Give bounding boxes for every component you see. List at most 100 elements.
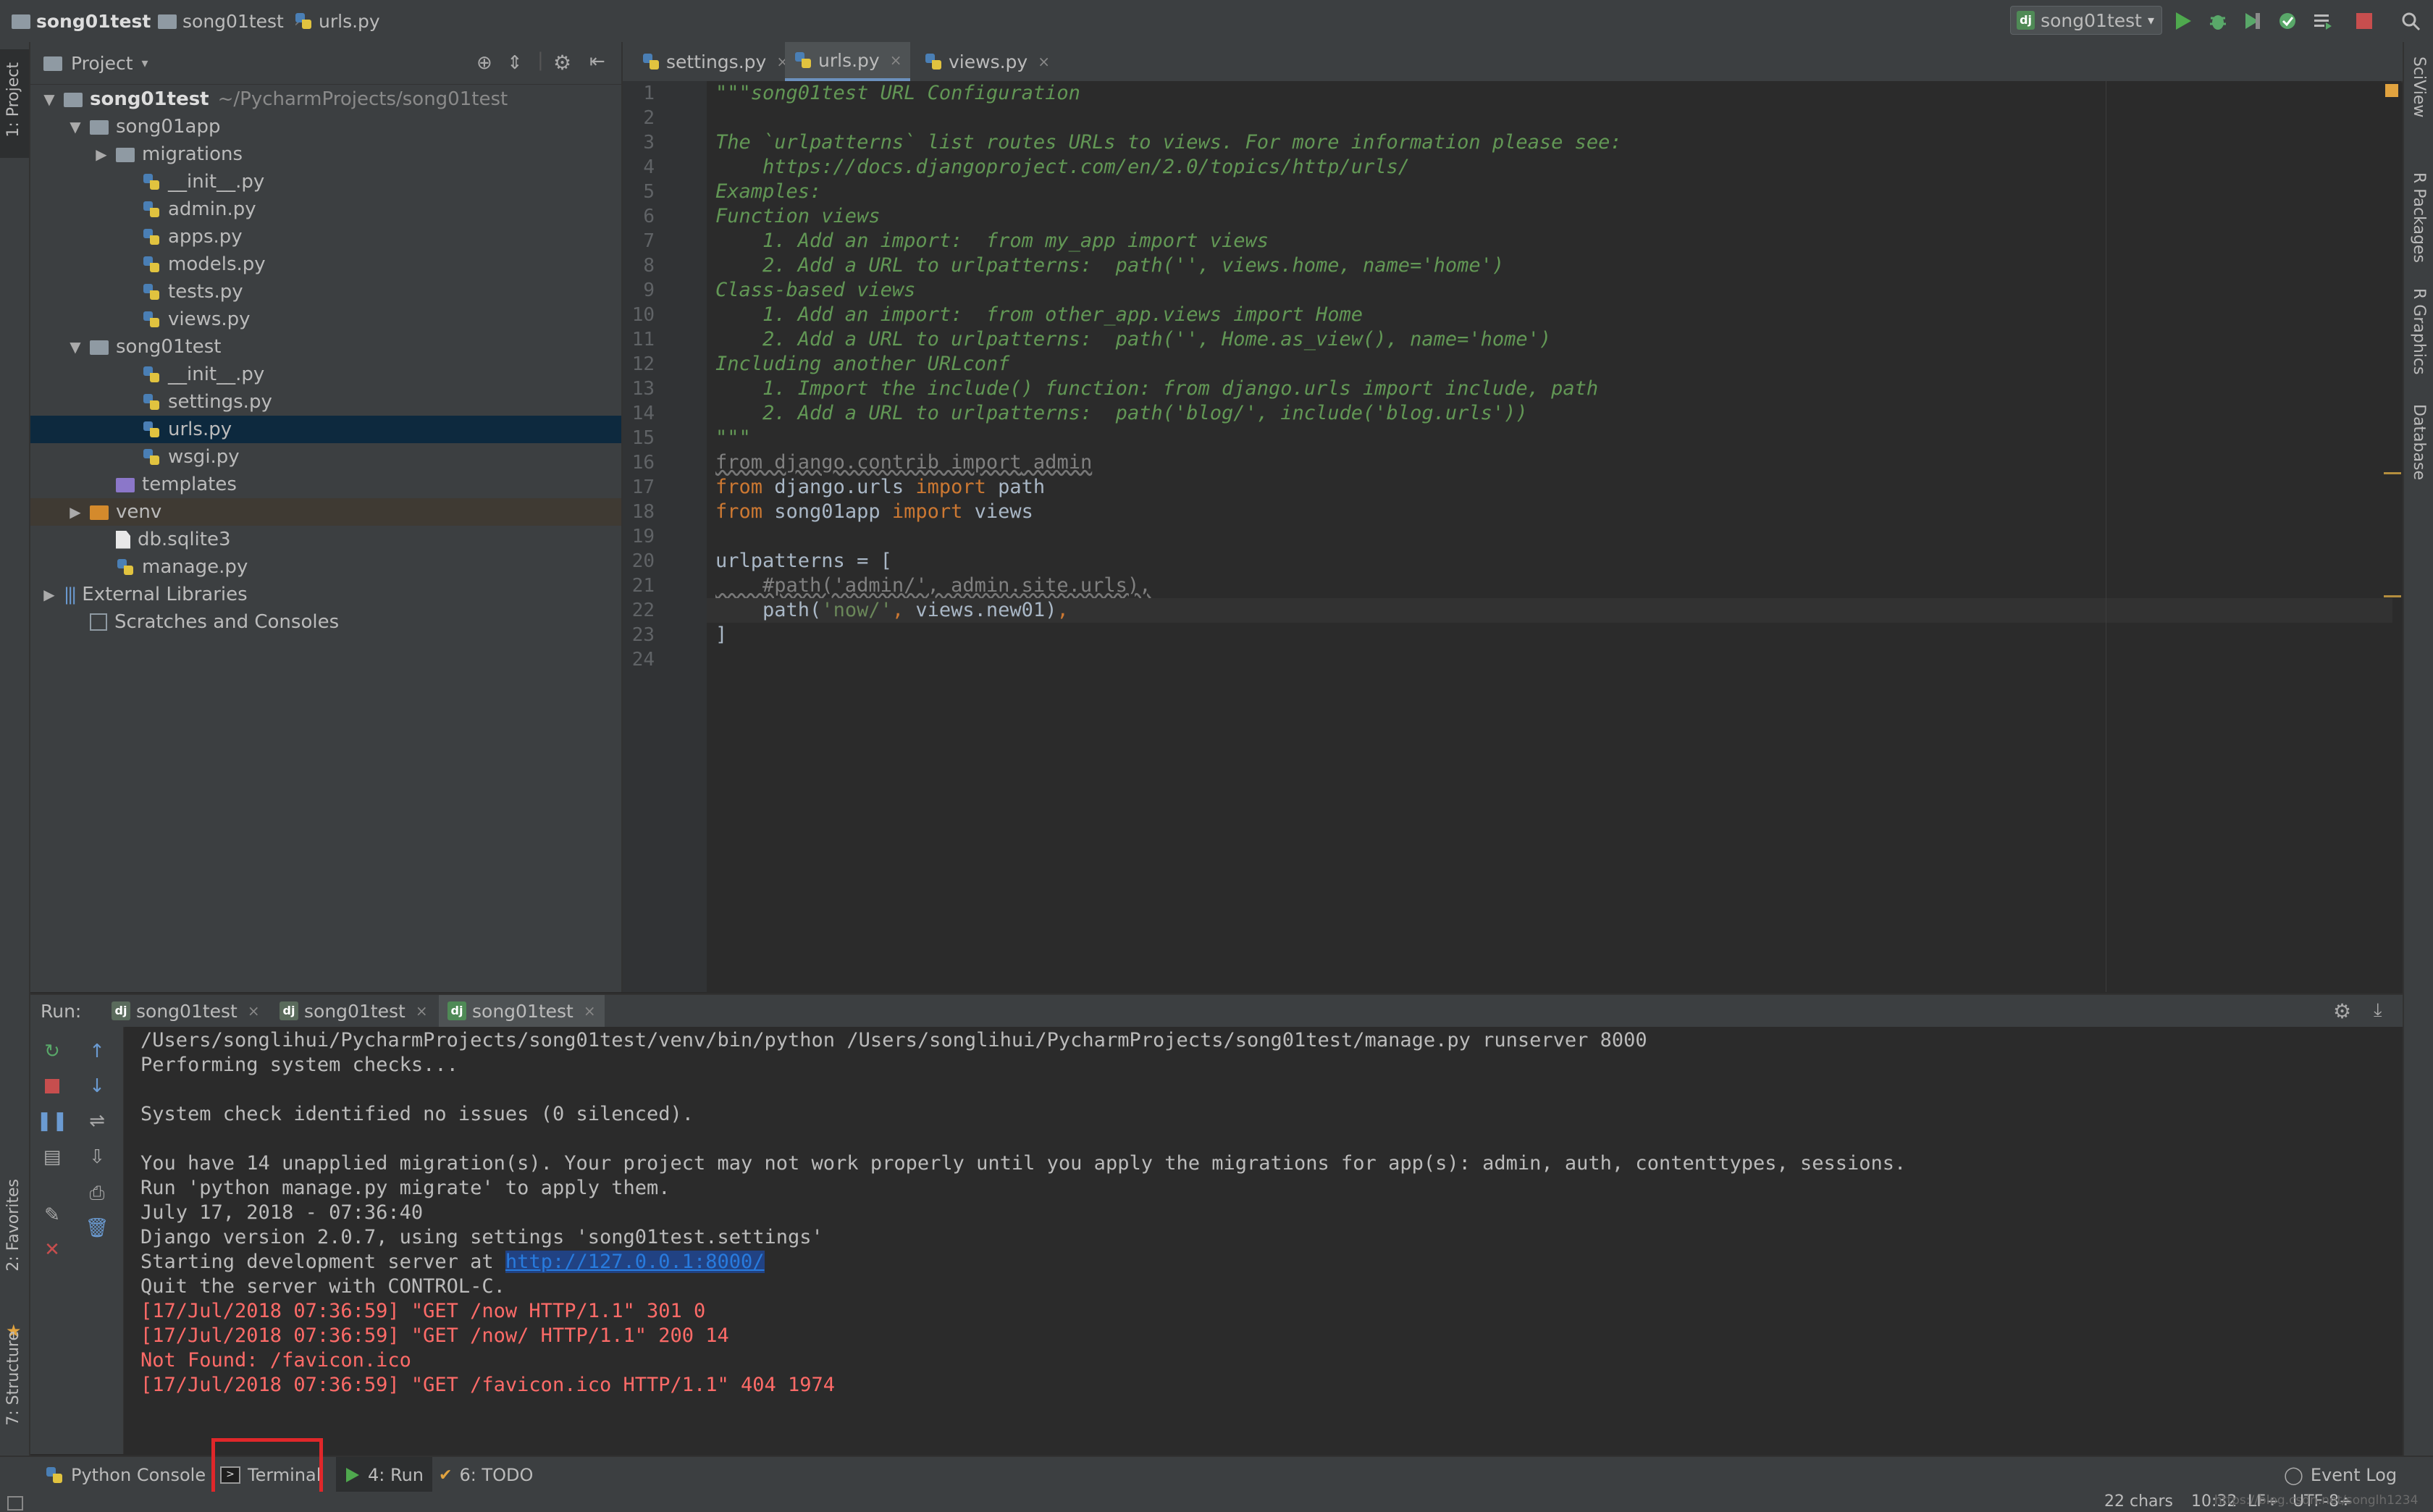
tree-item[interactable]: ▼ song01app <box>30 113 621 140</box>
close-tab-icon[interactable]: × <box>584 1002 596 1020</box>
debug-button[interactable] <box>2206 9 2230 33</box>
todo-tab[interactable]: ✔ 6: TODO <box>439 1457 533 1493</box>
minimize-icon[interactable]: ⤓ <box>2374 999 2382 1022</box>
run-console-output[interactable]: /Users/songlihui/PycharmProjects/song01t… <box>125 1027 2403 1454</box>
warning-indicator-icon[interactable] <box>2385 84 2398 97</box>
expand-arrow-icon[interactable]: ▼ <box>41 91 58 108</box>
stop-button[interactable] <box>38 1072 67 1101</box>
tree-item[interactable]: __init__.py <box>30 361 621 388</box>
docstring-text: Examples: <box>715 180 822 203</box>
tree-item[interactable]: apps.py <box>30 223 621 251</box>
database-tool-tab[interactable]: Database <box>2404 404 2433 542</box>
project-view-select[interactable]: Project <box>71 53 133 74</box>
locate-icon[interactable]: ⊕ <box>476 52 492 74</box>
close-tab-icon[interactable]: × <box>248 1002 260 1020</box>
run-configuration-select[interactable]: dj song01test ▾ <box>2010 6 2162 35</box>
print-icon[interactable]: ⎙ <box>83 1179 112 1208</box>
tree-item[interactable]: db.sqlite3 <box>30 526 621 553</box>
tree-item[interactable]: ▶ migrations <box>30 140 621 168</box>
warning-mark[interactable] <box>2384 472 2401 474</box>
project-tool-tab[interactable]: 1: Project <box>0 49 29 158</box>
tree-item[interactable]: ▼ song01test <box>30 333 621 361</box>
trash-icon[interactable]: 🗑 <box>83 1214 112 1243</box>
hide-panel-icon[interactable]: ⇤ <box>589 51 605 72</box>
close-tab-icon[interactable]: × <box>890 51 902 69</box>
expand-arrow-icon[interactable]: ▼ <box>67 338 84 356</box>
expand-arrow-icon[interactable]: ▼ <box>67 118 84 135</box>
collapse-arrow-icon[interactable]: ▶ <box>41 586 58 603</box>
editor-tab[interactable]: urls.py × <box>785 42 911 81</box>
line-number: 20 <box>631 550 655 572</box>
run-tool-tab[interactable]: 4: Run <box>336 1457 433 1493</box>
code-editor[interactable]: """song01test URL Configuration The `urlp… <box>707 81 2401 992</box>
console-line: [17/Jul/2018 07:36:59] "GET /favicon.ico… <box>140 1373 835 1398</box>
warning-mark[interactable] <box>2384 595 2401 597</box>
close-icon[interactable]: ✕ <box>38 1235 67 1264</box>
close-tab-icon[interactable]: × <box>1038 53 1050 70</box>
collapse-arrow-icon[interactable]: ▶ <box>67 503 84 521</box>
run-with-coverage-button[interactable] <box>2240 9 2265 33</box>
run-tab[interactable]: dj song01test × <box>103 995 269 1027</box>
tree-item-label: manage.py <box>142 556 248 578</box>
collapse-all-icon[interactable]: ⇕ <box>507 52 523 74</box>
tree-item[interactable]: wsgi.py <box>30 443 621 471</box>
tree-item[interactable]: Scratches and Consoles <box>30 608 621 636</box>
tree-item[interactable]: __init__.py <box>30 168 621 196</box>
tree-item[interactable]: views.py <box>30 306 621 333</box>
tree-item[interactable]: settings.py <box>30 388 621 416</box>
console-line: [17/Jul/2018 07:36:59] "GET /now/ HTTP/1… <box>140 1324 729 1348</box>
structure-tool-tab[interactable]: 7: Structure <box>0 1331 29 1454</box>
code-line: from song01app import views <box>715 500 1033 524</box>
python-file-icon <box>142 420 161 439</box>
tree-item[interactable]: manage.py <box>30 553 621 581</box>
tree-item[interactable]: tests.py <box>30 278 621 306</box>
up-arrow-icon[interactable]: ↑ <box>83 1037 112 1066</box>
breadcrumb-file[interactable]: urls.py <box>294 9 380 33</box>
pin-icon[interactable]: ✎ <box>38 1201 67 1230</box>
pause-icon[interactable]: ❚❚ <box>36 1106 68 1135</box>
template-folder-icon <box>116 477 135 492</box>
gear-icon[interactable]: ⚙ <box>553 51 571 75</box>
assignment: urlpatterns = [ <box>715 550 892 572</box>
r-packages-tool-tab[interactable]: R Packages <box>2404 172 2433 303</box>
favorites-tool-tab[interactable]: 2: Favorites ★ <box>0 1179 29 1341</box>
collapse-arrow-icon[interactable]: ▶ <box>93 146 110 163</box>
r-graphics-tool-tab[interactable]: R Graphics <box>2404 288 2433 419</box>
editor-tab[interactable]: views.py × <box>915 42 1059 81</box>
tree-item[interactable]: ▶ venv <box>30 498 621 526</box>
tree-item[interactable]: models.py <box>30 251 621 278</box>
sciview-tool-tab[interactable]: SciView <box>2404 56 2433 158</box>
python-file-icon <box>142 365 161 384</box>
tree-item[interactable]: admin.py <box>30 196 621 223</box>
tree-item[interactable]: ▼ song01test ~/PycharmProjects/song01test <box>30 85 621 113</box>
rerun-icon[interactable]: ↻ <box>38 1037 67 1066</box>
concurrency-button[interactable] <box>2310 9 2335 33</box>
down-arrow-icon[interactable]: ↓ <box>83 1072 112 1101</box>
run-configuration-label: song01test <box>2041 9 2142 31</box>
restore-layout-icon[interactable]: ▤ <box>38 1143 67 1172</box>
tree-item[interactable]: ▶ ||| External Libraries <box>30 581 621 608</box>
soft-wrap-icon[interactable]: ⇌ <box>83 1106 112 1135</box>
close-tab-icon[interactable]: × <box>416 1002 428 1020</box>
stop-button[interactable] <box>2352 9 2377 33</box>
python-console-tab[interactable]: Python Console <box>45 1457 206 1493</box>
docstring-text: https://docs.djangoproject.com/en/2.0/to… <box>715 156 1411 178</box>
profile-button[interactable] <box>2275 9 2300 33</box>
tree-item[interactable]: templates <box>30 471 621 498</box>
editor-tab[interactable]: settings.py × <box>633 42 797 81</box>
breadcrumb-folder[interactable]: song01test › <box>158 9 301 33</box>
run-tab[interactable]: dj song01test × <box>439 995 605 1027</box>
event-log-tab[interactable]: ◯ Event Log <box>2284 1457 2397 1493</box>
scroll-to-end-icon[interactable]: ⇩ <box>83 1143 112 1172</box>
search-everywhere-button[interactable] <box>2398 9 2423 33</box>
console-line: You have 14 unapplied migration(s). Your… <box>140 1151 1906 1176</box>
server-url-link[interactable]: http://127.0.0.1:8000/ <box>505 1251 765 1273</box>
docstring-text: The `urlpatterns` list routes URLs to vi… <box>715 131 1622 154</box>
gear-icon[interactable]: ⚙ <box>2333 999 2351 1023</box>
breadcrumb-root[interactable]: song01test › <box>12 9 168 33</box>
tree-item-label: __init__.py <box>168 364 265 385</box>
run-tab[interactable]: dj song01test × <box>271 995 437 1027</box>
tree-item[interactable]: urls.py <box>30 416 621 443</box>
tool-windows-icon[interactable] <box>7 1496 23 1511</box>
run-button[interactable] <box>2171 9 2195 33</box>
